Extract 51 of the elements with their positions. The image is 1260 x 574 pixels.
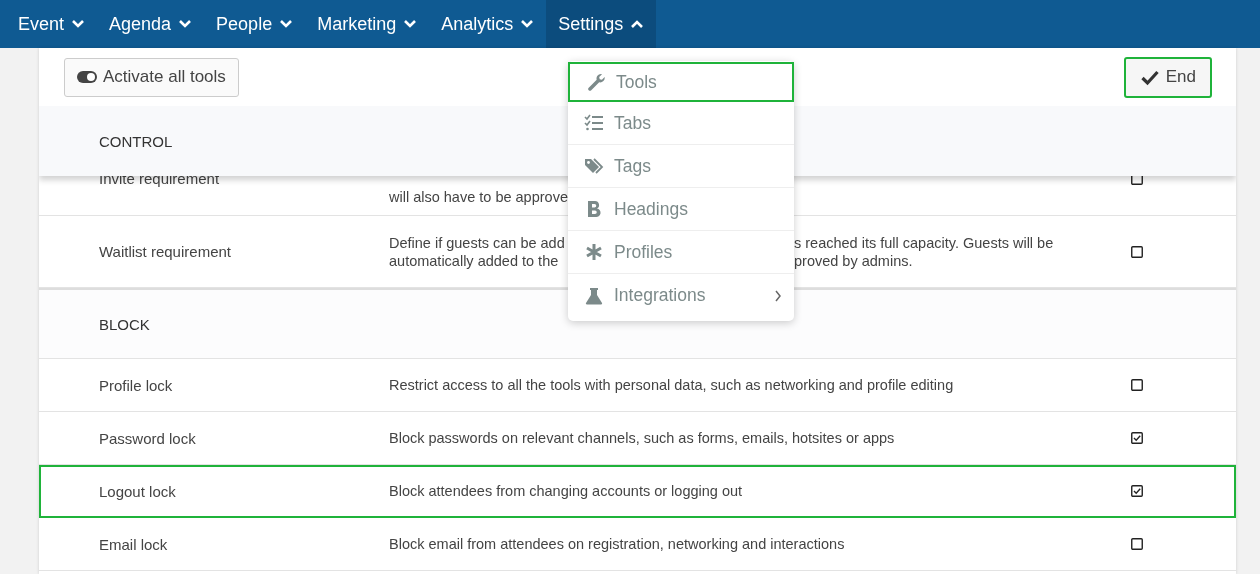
menu-item[interactable]: Tags — [568, 145, 794, 188]
description-text: Block attendees from changing accounts or logging out — [389, 483, 743, 499]
menu-item[interactable]: Tools — [568, 62, 794, 102]
checkbox[interactable] — [1131, 379, 1143, 391]
chevron-right-icon — [774, 289, 782, 302]
chevron-down-icon — [279, 19, 294, 29]
wrench-icon — [586, 72, 606, 92]
tags-icon — [584, 156, 604, 176]
chevron-down-icon — [520, 19, 535, 29]
nav-menu-item[interactable]: Analytics — [429, 0, 547, 48]
setting-label: Profile lock — [98, 376, 174, 394]
checkbox[interactable] — [1131, 432, 1143, 444]
description-text: Define if guests can be add — [389, 233, 566, 252]
menu-item[interactable]: Headings — [568, 188, 794, 231]
nav-menu-item[interactable]: Agenda — [97, 0, 205, 48]
menu-item[interactable]: Integrations — [568, 274, 794, 317]
toggle-icon — [77, 70, 97, 84]
description-text: automatically added to the — [389, 251, 560, 270]
asterisk-icon — [584, 242, 604, 262]
chevron-up-icon — [630, 19, 645, 29]
setting-label: Email lock — [98, 535, 169, 553]
checkbox[interactable] — [1131, 538, 1143, 550]
activate-all-button[interactable]: Activate all tools — [64, 57, 239, 97]
nav-menu-item[interactable]: People — [204, 0, 306, 48]
chevron-down-icon — [178, 19, 193, 29]
description-text: s reached its full capacity. Guests will be — [794, 233, 1055, 252]
check-icon — [1139, 68, 1160, 86]
description-text: will also have to be approve — [389, 189, 568, 205]
menu-item[interactable]: Profiles — [568, 231, 794, 274]
menu-item[interactable]: Tabs — [568, 102, 794, 145]
chevron-down-icon — [71, 19, 86, 29]
section-title: BLOCK — [99, 315, 150, 333]
nav-menu-item[interactable]: Event — [6, 0, 98, 48]
setting-label: Invite requirement — [98, 170, 221, 189]
nav-menu-item[interactable]: Settings — [546, 0, 657, 48]
chevron-down-icon — [403, 19, 418, 29]
nav-menu-item[interactable]: Marketing — [305, 0, 430, 48]
checkbox[interactable] — [1131, 485, 1143, 497]
setting-label: Waitlist requirement — [98, 243, 232, 260]
section-title: CONTROL — [99, 132, 173, 150]
description-text: Block passwords on relevant channels, such as forms, emails, hotsites or apps — [389, 430, 895, 446]
setting-label: Logout lock — [98, 482, 177, 500]
description-text: Restrict access to all the tools with personal data, such as networking and profile editing — [389, 377, 954, 393]
description-text: Block email from attendees on registration, networking and interactions — [389, 536, 845, 552]
description-text: proved by admins. — [794, 251, 914, 270]
checklist-icon — [584, 113, 604, 133]
setting-label: Password lock — [98, 429, 197, 447]
flask-icon — [584, 285, 604, 306]
end-button[interactable]: End — [1123, 56, 1212, 98]
checkbox[interactable] — [1131, 173, 1143, 185]
checkbox[interactable] — [1131, 245, 1143, 258]
